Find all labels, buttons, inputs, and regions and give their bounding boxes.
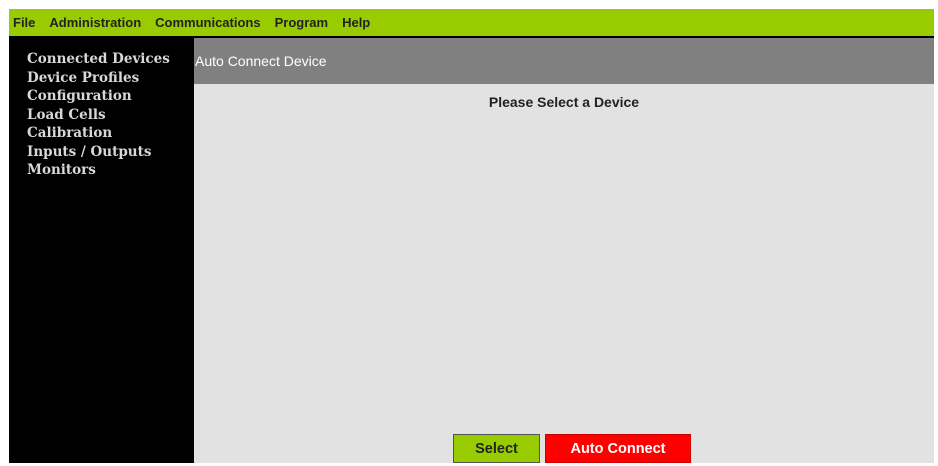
- panel-header: Auto Connect Device: [194, 38, 934, 84]
- menu-administration[interactable]: Administration: [49, 15, 141, 30]
- app-window: File Administration Communications Progr…: [9, 9, 934, 463]
- sidebar-item-load-cells[interactable]: Load Cells: [27, 106, 194, 125]
- sidebar-item-calibration[interactable]: Calibration: [27, 124, 194, 143]
- sidebar-item-configuration[interactable]: Configuration: [27, 87, 194, 106]
- panel-title: Auto Connect Device: [195, 53, 327, 69]
- device-select-prompt: Please Select a Device: [488, 94, 640, 110]
- menu-bar: File Administration Communications Progr…: [9, 9, 934, 36]
- sidebar-nav: Connected Devices Device Profiles Config…: [9, 38, 194, 463]
- sidebar-item-monitors[interactable]: Monitors: [27, 161, 194, 180]
- menu-file[interactable]: File: [13, 15, 35, 30]
- sidebar-item-connected-devices[interactable]: Connected Devices: [27, 50, 194, 69]
- menu-communications[interactable]: Communications: [155, 15, 260, 30]
- sidebar-item-inputs-outputs[interactable]: Inputs / Outputs: [27, 143, 194, 162]
- auto-connect-panel: Auto Connect Device Please Select a Devi…: [194, 38, 934, 463]
- select-button[interactable]: Select: [453, 434, 540, 463]
- menu-help[interactable]: Help: [342, 15, 370, 30]
- sidebar-item-device-profiles[interactable]: Device Profiles: [27, 69, 194, 88]
- auto-connect-button[interactable]: Auto Connect: [545, 434, 691, 463]
- menu-program[interactable]: Program: [275, 15, 328, 30]
